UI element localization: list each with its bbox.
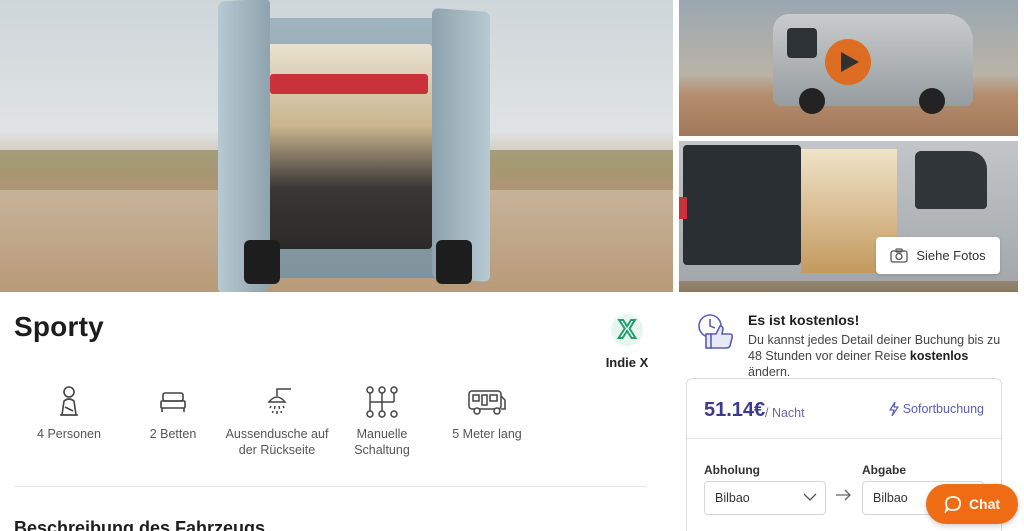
free-change-text-bold: kostenlos bbox=[909, 349, 969, 363]
dropoff-value: Bilbao bbox=[873, 491, 908, 505]
pickup-select[interactable]: Bilbao bbox=[704, 481, 826, 515]
feature-item-length: 5 Meter lang bbox=[432, 384, 542, 442]
vehicle-title: Sporty bbox=[14, 311, 104, 342]
price-row: 51.14€ / Nacht Sofortbuchung bbox=[687, 379, 1001, 439]
feature-label-line: Manuelle bbox=[356, 427, 408, 441]
feature-label: Manuelle Schaltung bbox=[327, 426, 437, 458]
arrow-right-icon bbox=[836, 489, 851, 501]
feature-label-line: der Rückseite bbox=[238, 443, 316, 457]
feature-list: 4 Personen 2 Betten Aussendusche auf der… bbox=[14, 384, 646, 464]
photo-van-window bbox=[915, 151, 987, 209]
feature-label: 2 Betten bbox=[149, 427, 197, 441]
feature-item-seats: 4 Personen bbox=[14, 384, 124, 442]
video-thumbnail[interactable] bbox=[679, 0, 1018, 136]
see-photos-label: Siehe Fotos bbox=[916, 248, 986, 263]
photo-van-bed bbox=[270, 74, 428, 94]
chat-label: Chat bbox=[968, 496, 1001, 512]
photo-van-light bbox=[679, 197, 687, 219]
free-change-text-end: ändern. bbox=[748, 365, 791, 379]
van-icon bbox=[468, 390, 506, 415]
bed-icon bbox=[160, 392, 186, 412]
photo-van-wheel bbox=[244, 240, 280, 284]
brand-name: Indie X bbox=[605, 355, 649, 370]
feature-label: 5 Meter lang bbox=[452, 427, 522, 441]
instant-booking-label: Sofortbuchung bbox=[902, 402, 984, 416]
thumbs-up-clock-icon bbox=[698, 314, 734, 349]
photo-van-window bbox=[787, 28, 817, 58]
photo-van-door bbox=[683, 145, 801, 265]
price-value: 51.14€ bbox=[704, 399, 766, 421]
see-photos-button[interactable]: Siehe Fotos bbox=[876, 237, 1000, 274]
free-change-banner: Es ist kostenlos! Du kannst jedes Detail… bbox=[696, 312, 1016, 379]
pickup-label: Abholung bbox=[704, 463, 760, 477]
main-photo[interactable] bbox=[0, 0, 673, 292]
instant-booking-link[interactable]: Sofortbuchung bbox=[889, 402, 984, 416]
feature-label: Aussendusche auf der Rückseite bbox=[222, 426, 332, 458]
section-divider bbox=[14, 486, 646, 487]
photo-van-wheel bbox=[799, 88, 825, 114]
feature-label: 4 Personen bbox=[37, 427, 101, 441]
camera-icon bbox=[890, 248, 908, 263]
photo-gallery: Siehe Fotos bbox=[0, 0, 1024, 292]
brand-logo-icon: X bbox=[611, 313, 643, 346]
lightning-icon bbox=[889, 402, 899, 416]
photo-van-wheel bbox=[919, 88, 945, 114]
chat-bubble-icon bbox=[944, 496, 961, 513]
feature-item-shower: Aussendusche auf der Rückseite bbox=[222, 384, 332, 458]
gearshift-icon bbox=[366, 386, 398, 418]
play-button[interactable] bbox=[825, 39, 871, 85]
chevron-down-icon bbox=[803, 493, 817, 501]
pickup-value: Bilbao bbox=[715, 491, 750, 505]
feature-item-beds: 2 Betten bbox=[118, 384, 228, 442]
feature-item-gearbox: Manuelle Schaltung bbox=[327, 384, 437, 458]
brand-logo-letter: X bbox=[618, 314, 636, 344]
description-heading: Beschreibung des Fahrzeugs bbox=[14, 518, 266, 531]
feature-label-line: Schaltung bbox=[354, 443, 410, 457]
dropoff-label: Abgabe bbox=[862, 463, 907, 477]
feature-label-line: Aussendusche auf bbox=[225, 427, 329, 441]
price-unit: / Nacht bbox=[765, 406, 805, 420]
free-change-title: Es ist kostenlos! bbox=[748, 312, 860, 328]
play-icon bbox=[841, 52, 859, 72]
shower-icon bbox=[267, 388, 291, 414]
photo-van-wheel bbox=[436, 240, 472, 284]
brand-badge[interactable]: X Indie X bbox=[604, 312, 650, 370]
seat-icon bbox=[60, 386, 78, 416]
chat-button[interactable]: Chat bbox=[926, 484, 1018, 524]
free-change-text: Du kannst jedes Detail deiner Buchung bi… bbox=[748, 332, 1008, 380]
